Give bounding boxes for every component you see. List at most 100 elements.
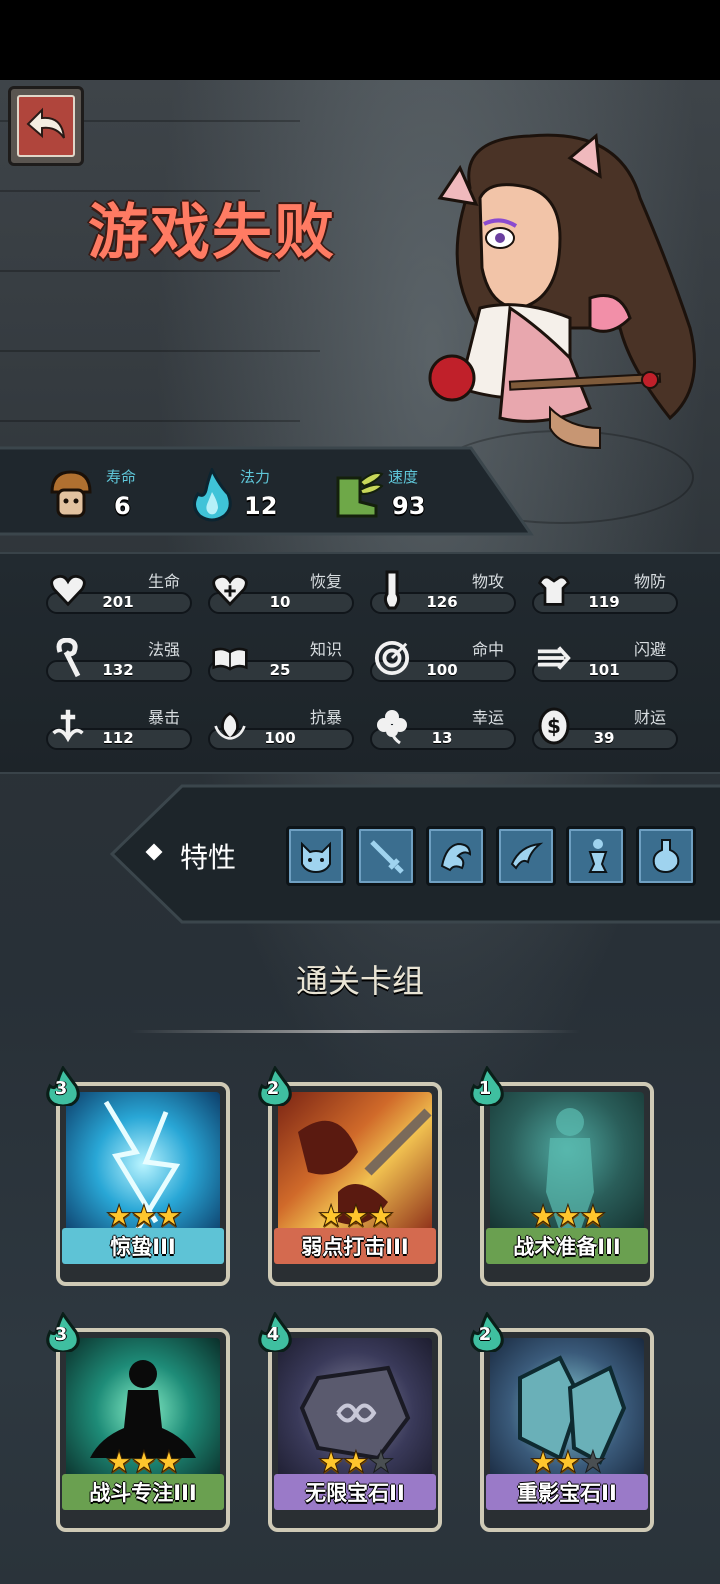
star-filled-icon: ★ bbox=[579, 1199, 607, 1234]
star-filled-icon: ★ bbox=[342, 1445, 370, 1480]
attr-value: 10 bbox=[269, 593, 291, 611]
stat-lifespan: 寿命 6 bbox=[44, 456, 174, 526]
winged-boot-icon bbox=[336, 472, 384, 518]
cat-face-icon bbox=[301, 841, 331, 874]
book-icon bbox=[212, 640, 248, 676]
card-cost-value: 3 bbox=[54, 1078, 68, 1099]
trait-slot[interactable] bbox=[496, 826, 556, 886]
star-filled-icon: ★ bbox=[130, 1445, 158, 1480]
attr-label: 生命 bbox=[147, 572, 180, 591]
card-cost-value: 2 bbox=[478, 1324, 492, 1345]
card-cost-value: 1 bbox=[478, 1078, 492, 1099]
attr-label: 抗暴 bbox=[309, 708, 342, 727]
deck-card[interactable]: 战术准备III ★★★ 1 bbox=[470, 1066, 656, 1286]
attr-value: 39 bbox=[593, 729, 615, 747]
deck-card[interactable]: 重影宝石II ★★★ 2 bbox=[470, 1312, 656, 1532]
traits-label-text: 特性 bbox=[180, 841, 237, 874]
fist-icon bbox=[374, 570, 410, 610]
deck-card[interactable]: 惊蛰III ★★★ 3 bbox=[46, 1066, 232, 1286]
trait-slot[interactable] bbox=[286, 826, 346, 886]
star-filled-icon: ★ bbox=[554, 1445, 582, 1480]
shield-flower-icon bbox=[212, 708, 248, 744]
deck-divider bbox=[130, 1030, 580, 1033]
staff-icon bbox=[50, 638, 86, 678]
deck-card[interactable]: 无限宝石II ★★★ 4 bbox=[258, 1312, 444, 1532]
star-filled-icon: ★ bbox=[529, 1199, 557, 1234]
attr-label: 暴击 bbox=[147, 708, 180, 727]
stat-value: 12 bbox=[244, 492, 278, 520]
traits-label: 特性 bbox=[146, 836, 236, 876]
stat-value: 6 bbox=[114, 492, 131, 520]
attr-crit-resist: 抗暴 100 bbox=[208, 698, 358, 750]
card-stars: ★★★ bbox=[474, 1445, 660, 1480]
star-empty-icon: ★ bbox=[579, 1445, 607, 1480]
attr-value: 13 bbox=[431, 729, 453, 747]
back-button[interactable] bbox=[8, 86, 84, 166]
deck-card[interactable]: 战斗专注III ★★★ 3 bbox=[46, 1312, 232, 1532]
attr-accuracy: 命中 100 bbox=[370, 630, 520, 682]
card-cost-value: 3 bbox=[54, 1324, 68, 1345]
trait-slot[interactable] bbox=[426, 826, 486, 886]
attr-fortune: $ 财运 39 bbox=[532, 698, 682, 750]
stat-value: 93 bbox=[392, 492, 426, 520]
target-icon bbox=[374, 640, 410, 676]
star-empty-icon: ★ bbox=[367, 1445, 395, 1480]
stat-speed: 速度 93 bbox=[330, 456, 460, 526]
card-stars: ★★★ bbox=[50, 1445, 236, 1480]
star-filled-icon: ★ bbox=[367, 1199, 395, 1234]
card-cost: 1 bbox=[470, 1066, 504, 1106]
back-arrow-icon bbox=[26, 107, 65, 139]
stat-label: 法力 bbox=[240, 468, 271, 486]
attr-value: 100 bbox=[264, 729, 296, 747]
trait-slot[interactable] bbox=[566, 826, 626, 886]
svg-text:$: $ bbox=[547, 714, 561, 738]
card-cost: 2 bbox=[470, 1312, 504, 1352]
star-filled-icon: ★ bbox=[130, 1199, 158, 1234]
attr-luck: 幸运 13 bbox=[370, 698, 520, 750]
mushroom-icon bbox=[50, 470, 92, 518]
attr-value: 119 bbox=[588, 593, 620, 611]
card-stars: ★★★ bbox=[50, 1199, 236, 1234]
attr-label: 幸运 bbox=[471, 708, 504, 727]
card-stars: ★★★ bbox=[262, 1199, 448, 1234]
attr-label: 恢复 bbox=[309, 572, 342, 591]
attr-value: 132 bbox=[102, 661, 134, 679]
heart-plus-icon bbox=[212, 572, 248, 608]
coin-icon: $ bbox=[536, 707, 572, 745]
deck-title: 通关卡组 bbox=[295, 962, 424, 1000]
attr-magic-power: 法强 132 bbox=[46, 630, 196, 682]
attr-label: 命中 bbox=[471, 640, 504, 659]
attr-label: 闪避 bbox=[633, 640, 666, 659]
card-cost-value: 4 bbox=[266, 1324, 280, 1345]
dodge-arrow-icon bbox=[536, 640, 572, 676]
hero-character bbox=[428, 133, 696, 450]
attr-dodge: 闪避 101 bbox=[532, 630, 682, 682]
attr-value: 25 bbox=[269, 661, 291, 679]
trait-slot[interactable] bbox=[636, 826, 696, 886]
clover-icon bbox=[374, 708, 410, 745]
attr-label: 知识 bbox=[309, 640, 342, 659]
star-filled-icon: ★ bbox=[155, 1445, 183, 1480]
card-cost: 4 bbox=[258, 1312, 292, 1352]
attr-value: 201 bbox=[102, 593, 134, 611]
status-bar bbox=[0, 0, 720, 80]
attr-value: 112 bbox=[102, 729, 134, 747]
dragon-icon bbox=[440, 842, 472, 872]
attr-label: 财运 bbox=[633, 708, 666, 727]
deck-card[interactable]: 弱点打击III ★★★ 2 bbox=[258, 1066, 444, 1286]
figure-icon bbox=[588, 839, 608, 873]
attr-value: 101 bbox=[588, 661, 620, 679]
card-cost-value: 2 bbox=[266, 1078, 280, 1099]
card-stars: ★★★ bbox=[474, 1199, 660, 1234]
trait-slot[interactable] bbox=[356, 826, 416, 886]
card-stars: ★★★ bbox=[262, 1445, 448, 1480]
star-filled-icon: ★ bbox=[105, 1445, 133, 1480]
card-cost: 2 bbox=[258, 1066, 292, 1106]
star-filled-icon: ★ bbox=[155, 1199, 183, 1234]
potion-icon bbox=[652, 839, 680, 874]
card-cost: 3 bbox=[46, 1312, 80, 1352]
attr-label: 物攻 bbox=[471, 572, 504, 591]
armor-icon bbox=[536, 572, 572, 608]
star-filled-icon: ★ bbox=[317, 1199, 345, 1234]
attr-hp: 生命 201 bbox=[46, 562, 196, 614]
